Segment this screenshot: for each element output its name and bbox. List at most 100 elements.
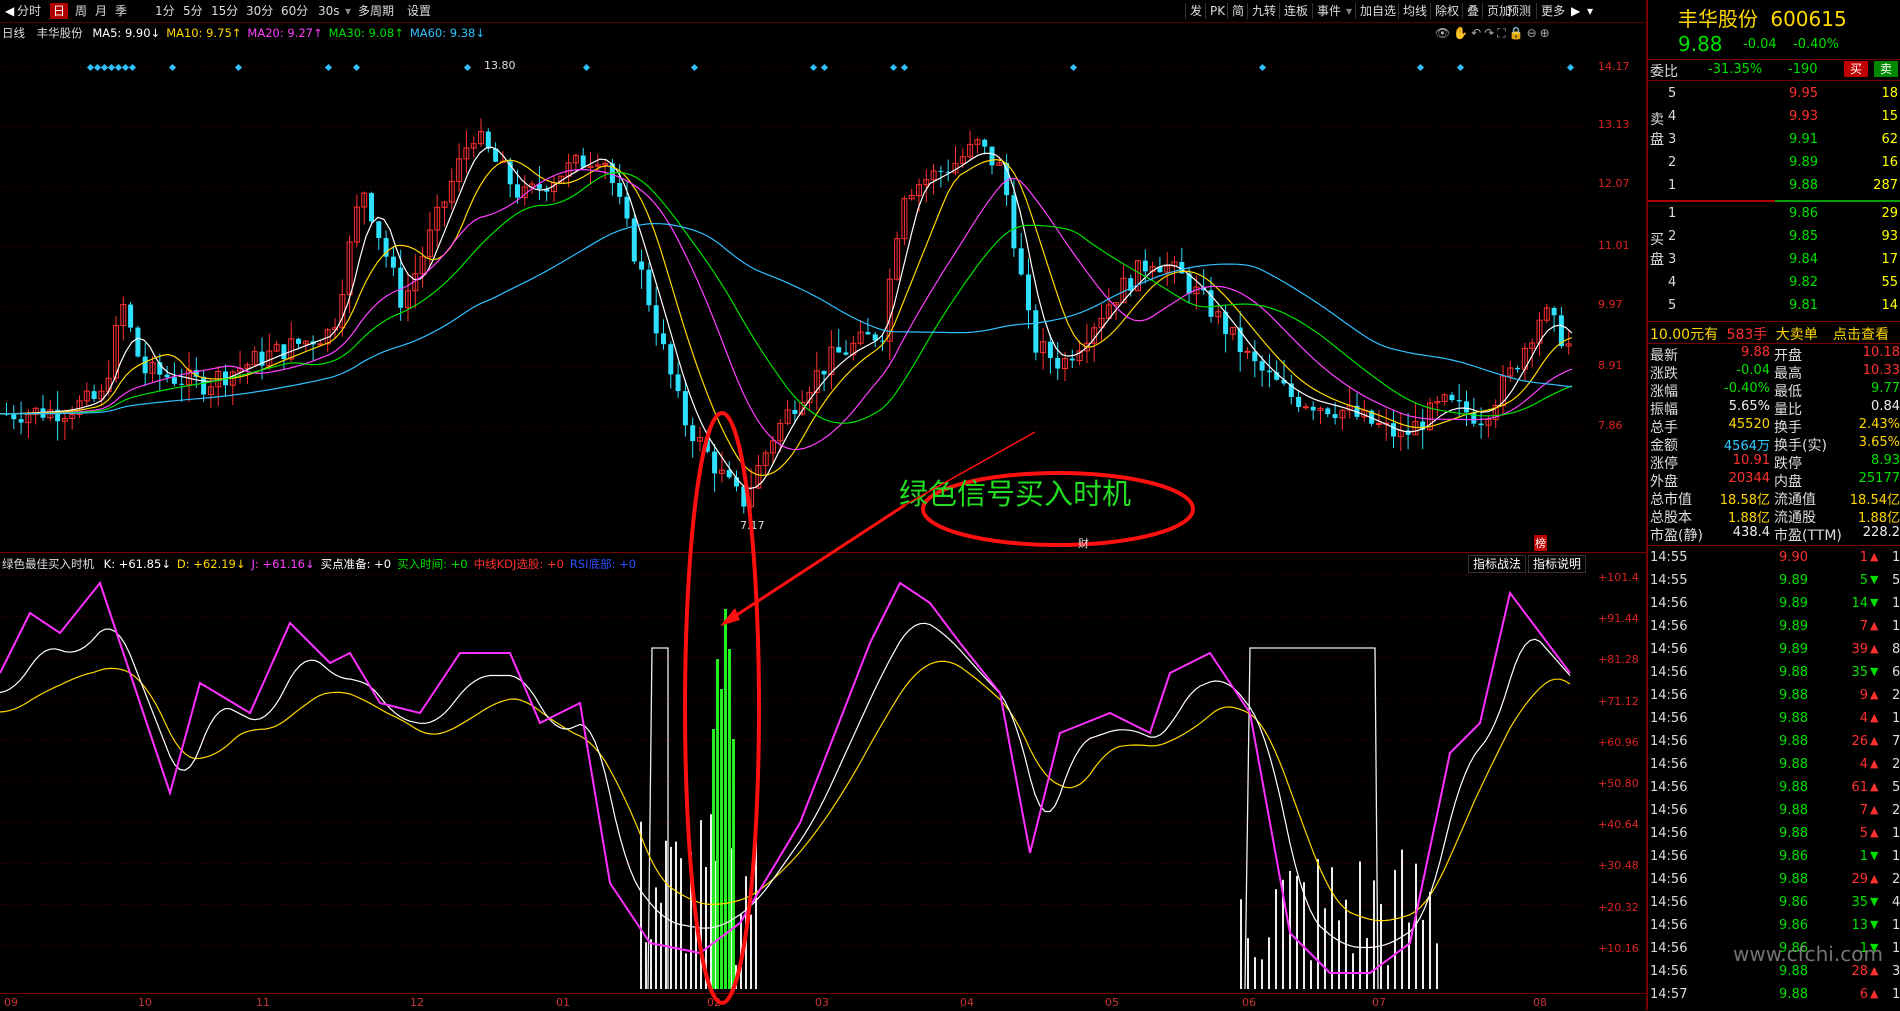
ma-legend-item: MA60: 9.38↓: [409, 26, 486, 40]
bid-row: 4 9.82 55: [1648, 275, 1900, 295]
price-plot: [0, 63, 1590, 547]
prep-bar: [655, 887, 657, 989]
tick-time: 14:56: [1650, 941, 1688, 956]
stat-value: 4564万: [1723, 439, 1770, 454]
signal-diamond: [93, 63, 102, 72]
prep-bar: [1394, 869, 1396, 989]
ask-volume: 18: [1881, 86, 1898, 101]
stat-label: 最低: [1774, 384, 1802, 400]
bid-price: 9.85: [1789, 229, 1818, 244]
tick-count: 1: [1892, 826, 1900, 841]
chart-tools-icons[interactable]: 👁✋↶↷⛶🔒⊖⊕: [1435, 26, 1553, 41]
buy-signal-bar: [732, 739, 735, 989]
candle-down: [1325, 408, 1331, 415]
tick-row: 14:56 9.88 4 ▲ 2: [1648, 757, 1900, 777]
bid-price: 9.82: [1789, 275, 1818, 290]
ask-row: 1 9.88 287: [1648, 178, 1900, 198]
event-marker-cai[interactable]: 财: [1078, 535, 1089, 551]
toolbar-right-9[interactable]: 叠: [1462, 3, 1483, 19]
tab-period-2[interactable]: 周: [72, 3, 90, 19]
stat-label: 总手: [1650, 420, 1678, 436]
tab-period-6[interactable]: 5分: [180, 3, 206, 19]
candle-down: [1055, 357, 1061, 369]
buy-button[interactable]: 买: [1844, 61, 1868, 77]
tab-period-8[interactable]: 30分: [243, 3, 276, 19]
prep-bar: [675, 841, 677, 989]
tick-count: 1: [1892, 596, 1900, 611]
price-chart[interactable]: 日线 丰华股份 MA5: 9.90↓ MA10: 9.75↑ MA20: 9.27↑…: [0, 22, 1646, 553]
bid-volume: 93: [1881, 229, 1898, 244]
tab-period-5[interactable]: 1分: [152, 3, 178, 19]
ask-level: 2: [1668, 155, 1677, 170]
tab-period-10[interactable]: 30s: [315, 3, 343, 19]
tick-price: 9.90: [1779, 550, 1808, 565]
tick-row: 14:55 9.90 1 ▲ 1: [1648, 550, 1900, 570]
dropdown-arrow-icon[interactable]: ▾: [342, 3, 354, 19]
toolbar-right-3[interactable]: 九转: [1247, 3, 1280, 19]
tick-count: 1: [1892, 941, 1900, 956]
bid-level: 4: [1668, 275, 1677, 290]
indicator-panel[interactable]: 绿色最佳买入时机 K: +61.85↓ D: +62.19↓ J: +61.16↓ 买…: [0, 553, 1646, 993]
event-marker-bang[interactable]: 榜: [1534, 535, 1547, 551]
tab-period-7[interactable]: 15分: [208, 3, 241, 19]
ask-row: 3 9.91 62: [1648, 132, 1900, 152]
prep-bar: [665, 840, 667, 989]
toolbar-right-5[interactable]: 事件: [1312, 3, 1345, 19]
time-axis-tick: 02: [707, 996, 721, 1009]
up-arrow-icon: ▲: [1870, 826, 1879, 839]
tick-volume: 28: [1851, 964, 1868, 979]
candle-down: [281, 344, 287, 359]
toolbar-right-1[interactable]: PK: [1205, 3, 1229, 19]
dropdown-arrow-icon[interactable]: ▾: [1584, 3, 1596, 19]
tick-price: 9.89: [1779, 596, 1808, 611]
tick-count: 5: [1892, 780, 1900, 795]
tab-period-1[interactable]: 日: [50, 3, 69, 19]
settings-button[interactable]: 设置: [404, 3, 434, 19]
tick-time: 14:56: [1650, 665, 1688, 680]
up-arrow-icon: ▲: [1870, 619, 1879, 632]
tick-row: 14:56 9.88 26 ▲ 7: [1648, 734, 1900, 754]
stat-label: 总市值: [1650, 492, 1692, 508]
indicator-axis-tick: +20.32: [1598, 900, 1639, 914]
stat-label: 流通股: [1774, 510, 1816, 526]
toolbar-right-2[interactable]: 简: [1227, 3, 1248, 19]
prep-bar: [690, 851, 692, 989]
tab-period-4[interactable]: 季: [112, 3, 130, 19]
tab-period-11[interactable]: 多周期: [355, 3, 397, 19]
sell-button[interactable]: 卖: [1874, 61, 1898, 77]
toolbar-right-7[interactable]: 均线: [1398, 3, 1431, 19]
tab-period-3[interactable]: 月: [92, 3, 110, 19]
stat-value: 45520: [1728, 417, 1770, 432]
signal-diamond: [1416, 63, 1425, 72]
tick-row: 14:56 9.86 1 ▼ 1: [1648, 849, 1900, 869]
quote-change: -0.04: [1743, 37, 1777, 52]
prep-bar: [695, 924, 697, 989]
divider: [1648, 59, 1900, 60]
bid-price: 9.86: [1789, 206, 1818, 221]
tick-volume: 4: [1859, 757, 1868, 772]
tick-row: 14:56 9.88 9 ▲ 2: [1648, 688, 1900, 708]
tab-period-0[interactable]: 分时: [14, 3, 44, 19]
tick-count: 1: [1892, 619, 1900, 634]
toolbar-right-12[interactable]: 更多: [1536, 3, 1569, 19]
tick-price: 9.88: [1779, 757, 1808, 772]
prep-bar: [740, 913, 742, 989]
forward-arrow-icon[interactable]: ▶: [1568, 3, 1583, 19]
indicator-plot: [0, 574, 1590, 990]
candle-down: [668, 344, 674, 375]
toolbar-right-11[interactable]: 预测: [1502, 3, 1535, 19]
tab-period-9[interactable]: 60分: [278, 3, 311, 19]
toolbar-right-0[interactable]: 发: [1185, 3, 1206, 19]
toolbar-right-4[interactable]: 连板: [1279, 3, 1312, 19]
j-line: [0, 580, 1571, 974]
candle-down: [938, 170, 944, 172]
candle-down: [989, 146, 995, 166]
big-order-link[interactable]: 点击查看: [1833, 324, 1889, 344]
up-arrow-icon: ▲: [1870, 987, 1879, 1000]
prep-bar: [755, 831, 757, 989]
stat-label: 总股本: [1650, 510, 1692, 526]
toolbar-right-6[interactable]: 加自选: [1355, 3, 1400, 19]
toolbar-right-8[interactable]: 除权: [1430, 3, 1463, 19]
dropdown-arrow-icon[interactable]: ▾: [1343, 3, 1355, 19]
weicha-value: -190: [1788, 62, 1818, 77]
